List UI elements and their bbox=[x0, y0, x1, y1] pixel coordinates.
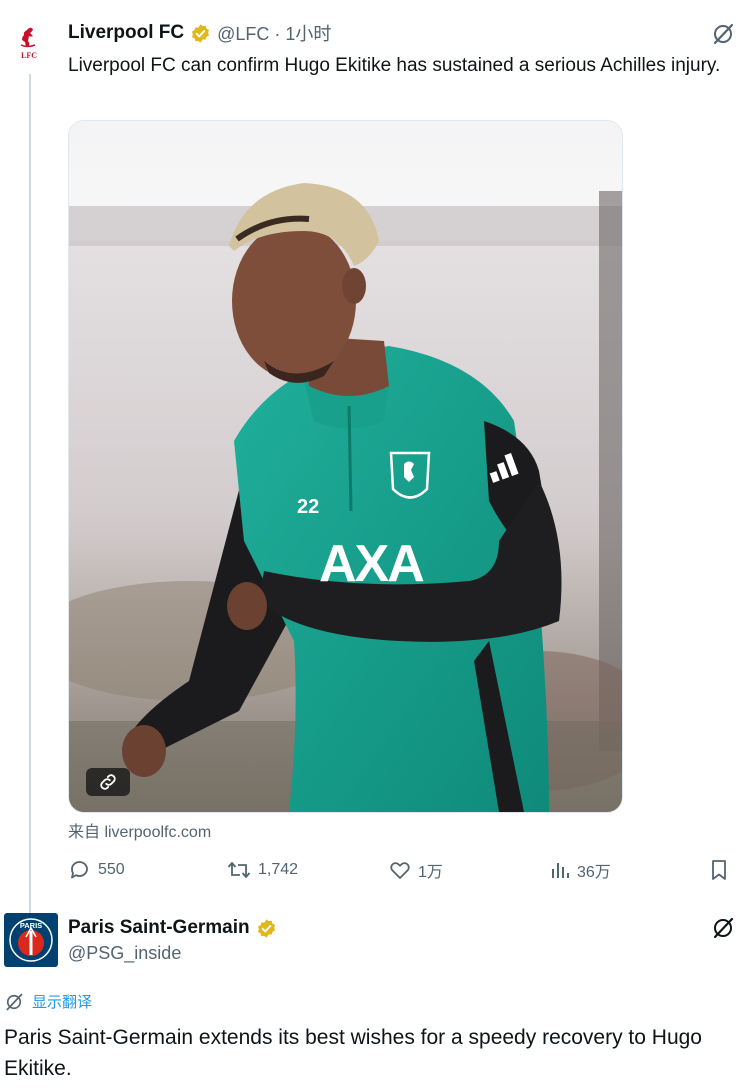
grok-icon[interactable] bbox=[711, 22, 735, 46]
grok-icon bbox=[6, 993, 23, 1010]
reply-count: 550 bbox=[98, 861, 125, 878]
lfc-liverbird-logo: LFC bbox=[20, 27, 37, 60]
svg-text:PARIS: PARIS bbox=[20, 921, 42, 930]
link-source[interactable]: 来自 liverpoolfc.com bbox=[68, 818, 211, 842]
tweet1-action-bar: 550 1,742 1万 36万 bbox=[68, 856, 748, 884]
tweet2-text: Paris Saint-Germain extends its best wis… bbox=[4, 1026, 702, 1080]
like-icon bbox=[390, 862, 410, 879]
tweet1-text: Liverpool FC can confirm Hugo Ekitike ha… bbox=[68, 55, 721, 76]
tweet1-photo[interactable]: 22 AXA bbox=[68, 120, 623, 813]
psg-crest-logo: PARIS bbox=[4, 913, 58, 967]
tweet2-author-row: Paris Saint-Germain bbox=[68, 915, 277, 941]
bookmark-button[interactable] bbox=[708, 856, 730, 884]
like-count: 1万 bbox=[418, 864, 443, 881]
lfc-avatar[interactable]: LFC bbox=[6, 18, 52, 64]
views-count: 36万 bbox=[577, 864, 611, 881]
grok-icon[interactable] bbox=[711, 916, 735, 940]
verified-badge-icon bbox=[257, 918, 275, 938]
svg-text:22: 22 bbox=[297, 496, 319, 518]
views-button[interactable]: 36万 bbox=[549, 856, 611, 884]
bookmark-icon bbox=[712, 860, 726, 880]
reply-icon bbox=[71, 861, 88, 879]
repost-icon bbox=[227, 862, 251, 878]
views-icon bbox=[552, 863, 569, 878]
thread-line bbox=[29, 74, 31, 914]
show-translation-button[interactable]: 显示翻译 bbox=[4, 991, 92, 1012]
tweet2-handle[interactable]: @PSG_inside bbox=[68, 943, 181, 964]
reply-button[interactable]: 550 bbox=[68, 856, 125, 884]
psg-avatar[interactable]: PARIS bbox=[4, 913, 58, 967]
handle-and-time[interactable]: @LFC · 1小时 bbox=[217, 20, 331, 46]
author-name[interactable]: Liverpool FC bbox=[68, 22, 184, 44]
link-chip[interactable] bbox=[86, 768, 130, 796]
svg-text:AXA: AXA bbox=[319, 535, 424, 593]
tweet1-author-row: Liverpool FC @LFC · 1小时 bbox=[68, 20, 331, 46]
like-button[interactable]: 1万 bbox=[388, 856, 443, 884]
repost-button[interactable]: 1,742 bbox=[226, 856, 298, 884]
repost-count: 1,742 bbox=[258, 861, 299, 878]
player-photo: 22 AXA bbox=[69, 121, 622, 812]
verified-badge-icon bbox=[192, 23, 210, 43]
show-translation-label: 显示翻译 bbox=[32, 994, 93, 1011]
link-icon bbox=[100, 774, 116, 790]
author-name[interactable]: Paris Saint-Germain bbox=[68, 917, 250, 939]
svg-text:LFC: LFC bbox=[21, 51, 37, 60]
